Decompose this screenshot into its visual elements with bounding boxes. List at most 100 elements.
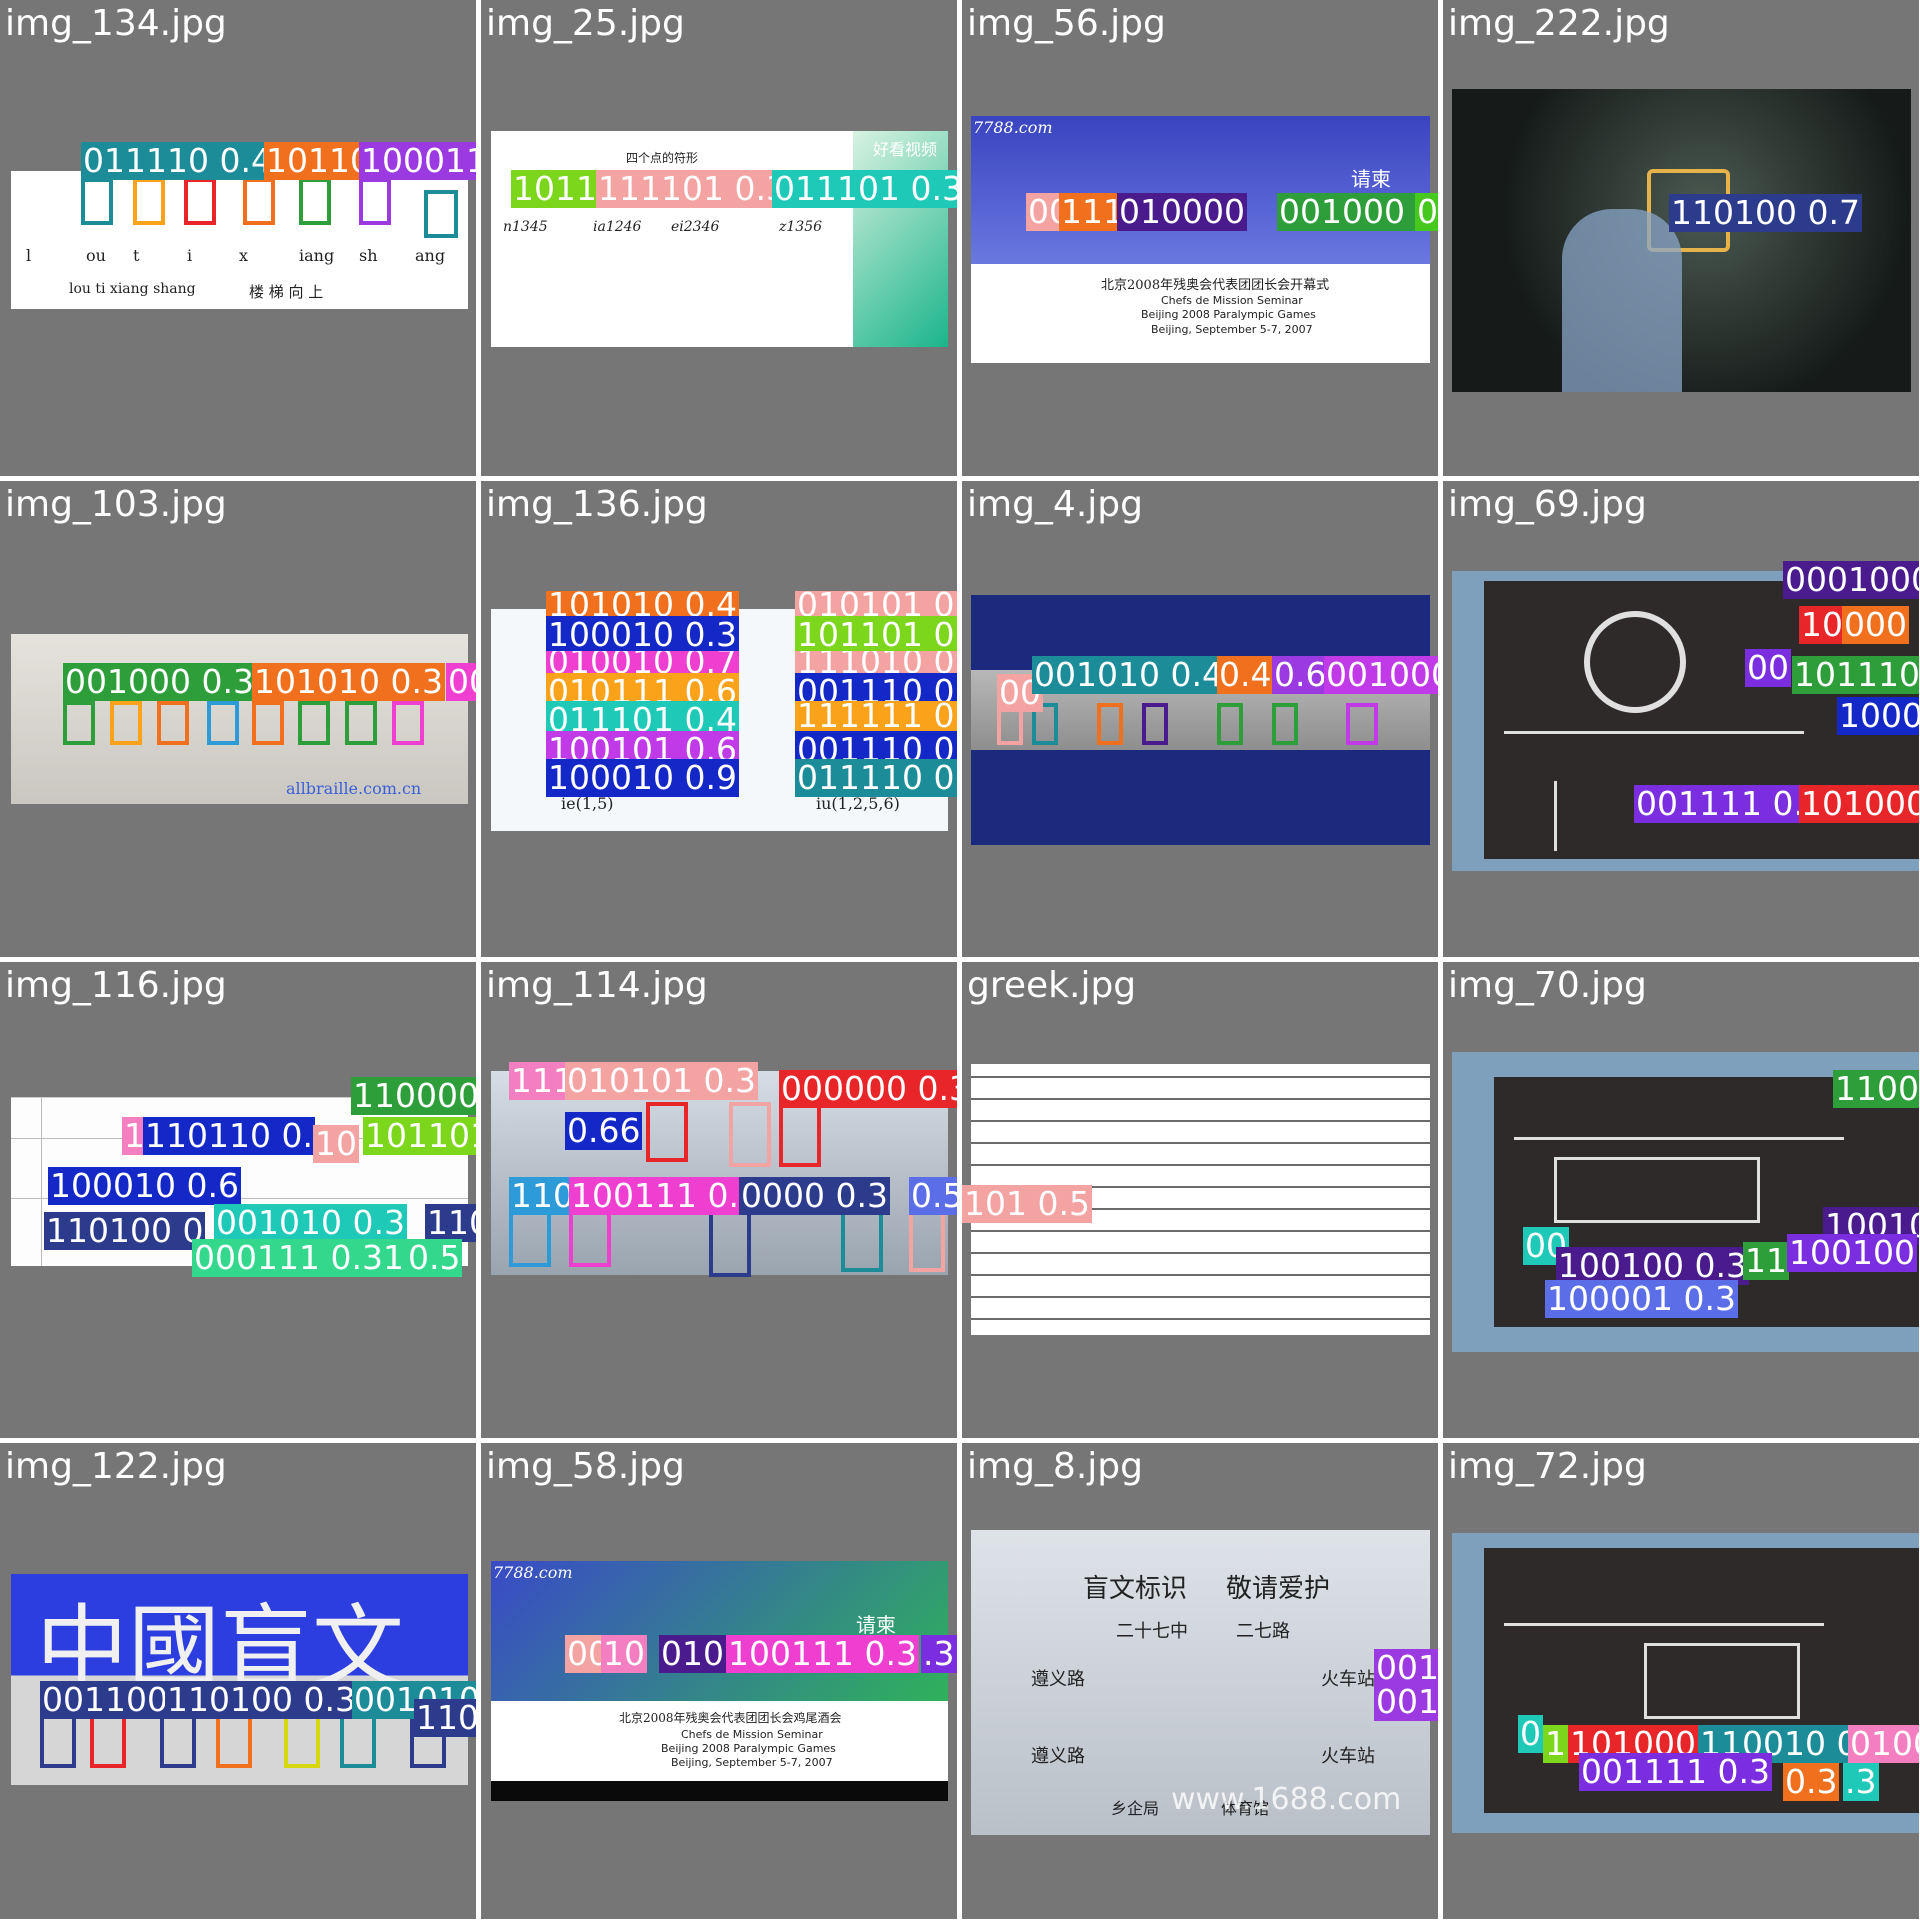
tile-img4: img_4.jpg 00 001010 0.4 0.4 0.6 0010001 …	[962, 481, 1438, 957]
caption: t	[133, 246, 140, 265]
detection-label: 110100	[425, 1204, 476, 1242]
detection-label: 100111 0.3	[726, 1634, 919, 1673]
detection-label: 001010 0.3	[214, 1203, 407, 1242]
tile-title: img_4.jpg	[967, 484, 1143, 525]
detection-label: 0.66	[565, 1111, 643, 1150]
caption: 好看视频	[873, 140, 938, 159]
detection-label: 100010 0.6	[48, 1166, 241, 1205]
detection-label: 001010 0.4	[1032, 655, 1225, 694]
caption: lou ti xiang shang	[69, 281, 196, 297]
detection-label: 011101 0.3	[772, 170, 957, 208]
detection-box	[392, 701, 424, 745]
detection-label: 100111 0.3	[569, 1176, 762, 1215]
caption: 北京2008年残奥会代表团团长会开幕式	[1101, 278, 1330, 293]
detection-label: 1011	[511, 169, 599, 208]
caption: allbraille.com.cn	[286, 779, 422, 798]
caption: 乡企局	[1111, 1799, 1160, 1818]
detection-label: 111101 0.3	[596, 169, 789, 208]
tile-title: img_136.jpg	[486, 484, 708, 525]
photo: 7788.com 请柬 北京2008年残奥会代表团团长会鸡尾酒会 Chefs d…	[491, 1561, 948, 1801]
detection-label: 100011 0.3	[359, 142, 476, 180]
detection-box	[160, 1713, 196, 1768]
tile-img103: img_103.jpg allbraille.com.cn 001000 0.3…	[0, 481, 476, 957]
caption: 遵义路	[1031, 1669, 1085, 1690]
detection-box	[1217, 703, 1243, 745]
detection-label: 110110 0.	[143, 1116, 315, 1155]
detection-label: 10	[601, 1634, 647, 1673]
detection-label: 0001000	[1783, 561, 1919, 599]
tile-img122: img_122.jpg 中國盲文 001100 110100 0.3 00101…	[0, 1443, 476, 1919]
map-path	[1514, 1137, 1844, 1140]
detection-label: 0011 0	[446, 663, 476, 701]
caption: 盲文标识	[1083, 1574, 1188, 1604]
detection-box	[1272, 703, 1298, 745]
caption: iang	[299, 246, 335, 265]
caption: n1345	[503, 219, 548, 235]
caption: Beijing 2008 Paralympic Games	[661, 1742, 836, 1755]
detection-label: 111	[1059, 192, 1126, 231]
detection-label: 100010 0.3	[546, 615, 739, 654]
detection-label: 0010001 0.3	[1324, 656, 1438, 694]
detection-box	[1142, 703, 1168, 745]
detection-label: 001111 0.3	[1579, 1752, 1772, 1791]
tile-img25: img_25.jpg 四个点的符形 好看视频 n1345 ia1246 ei23…	[481, 0, 957, 476]
caption: 遵义路	[1031, 1746, 1085, 1767]
detection-label: 001100	[40, 1680, 170, 1719]
detection-label: 010010 0.7	[546, 651, 739, 673]
tile-title: img_122.jpg	[5, 1446, 227, 1487]
detection-box	[207, 701, 239, 745]
tile-title: img_8.jpg	[967, 1446, 1143, 1487]
detection-label: 0100	[1848, 1725, 1919, 1763]
detection-label: 110100 0	[44, 1211, 206, 1250]
tile-title: img_56.jpg	[967, 3, 1166, 44]
caption: Beijing 2008 Paralympic Games	[1141, 308, 1316, 321]
detection-label: 0.6	[1272, 655, 1329, 694]
detection-label: 0.5	[406, 1238, 463, 1277]
detection-label: 00	[1745, 648, 1791, 687]
photo: 盲文标识 敬请爱护 二十七中 二七路 遵义路 火车站 遵义路 火车站 乡企局 体…	[971, 1530, 1430, 1835]
detection-box	[299, 178, 331, 225]
detection-label: 0.3	[1783, 1762, 1840, 1801]
detection-label: 11	[1743, 1241, 1789, 1280]
detection-box	[424, 190, 458, 238]
tile-greek: greek.jpg 101 0.5	[962, 962, 1438, 1438]
detection-label: 110100 0.3	[414, 1699, 476, 1737]
tile-title: img_103.jpg	[5, 484, 227, 525]
detection-label: 001111 0.4	[1374, 1683, 1438, 1721]
detection-box	[63, 701, 95, 745]
caption: 火车站	[1321, 1669, 1375, 1690]
hand	[1562, 209, 1682, 392]
tile-title: img_25.jpg	[486, 3, 685, 44]
detection-box	[110, 701, 142, 745]
detection-box	[81, 178, 113, 225]
caption: 二十七中	[1116, 1621, 1188, 1642]
detection-label: 101000	[1799, 785, 1919, 823]
caption: 北京2008年残奥会代表团团长会鸡尾酒会	[619, 1711, 842, 1725]
detection-box	[729, 1102, 771, 1167]
detection-box	[359, 178, 391, 225]
detection-box	[646, 1102, 688, 1162]
photo: l ou t i x iang sh ang lou ti xiang shan…	[11, 171, 468, 309]
detection-label: 1000	[1837, 697, 1919, 735]
caption: Chefs de Mission Seminar	[1161, 294, 1303, 307]
caption: ia1246	[593, 219, 642, 235]
detection-box	[340, 1713, 376, 1768]
caption: ou	[86, 246, 106, 265]
detection-label: 0.5	[909, 1177, 957, 1215]
tile-title: img_69.jpg	[1448, 484, 1647, 525]
map-feature	[1554, 1157, 1760, 1223]
detection-label: 101101 0.3	[795, 616, 957, 654]
caption: z1356	[779, 219, 823, 235]
tile-title: greek.jpg	[967, 965, 1137, 1006]
detection-box	[345, 701, 377, 745]
tile-img134: img_134.jpg l ou t i x iang sh ang lou t…	[0, 0, 476, 476]
caption: l	[26, 246, 32, 265]
caption: 二七路	[1236, 1621, 1290, 1642]
tile-title: img_58.jpg	[486, 1446, 685, 1487]
detection-label: 10	[313, 1124, 359, 1163]
detection-label: 111010 0.6	[795, 651, 957, 673]
detection-label: 0.4	[1217, 655, 1274, 694]
tile-title: img_72.jpg	[1448, 1446, 1647, 1487]
tile-img114: img_114.jpg 111 010101 0.3 000000 0.3 0.…	[481, 962, 957, 1438]
caption: x	[239, 246, 249, 265]
